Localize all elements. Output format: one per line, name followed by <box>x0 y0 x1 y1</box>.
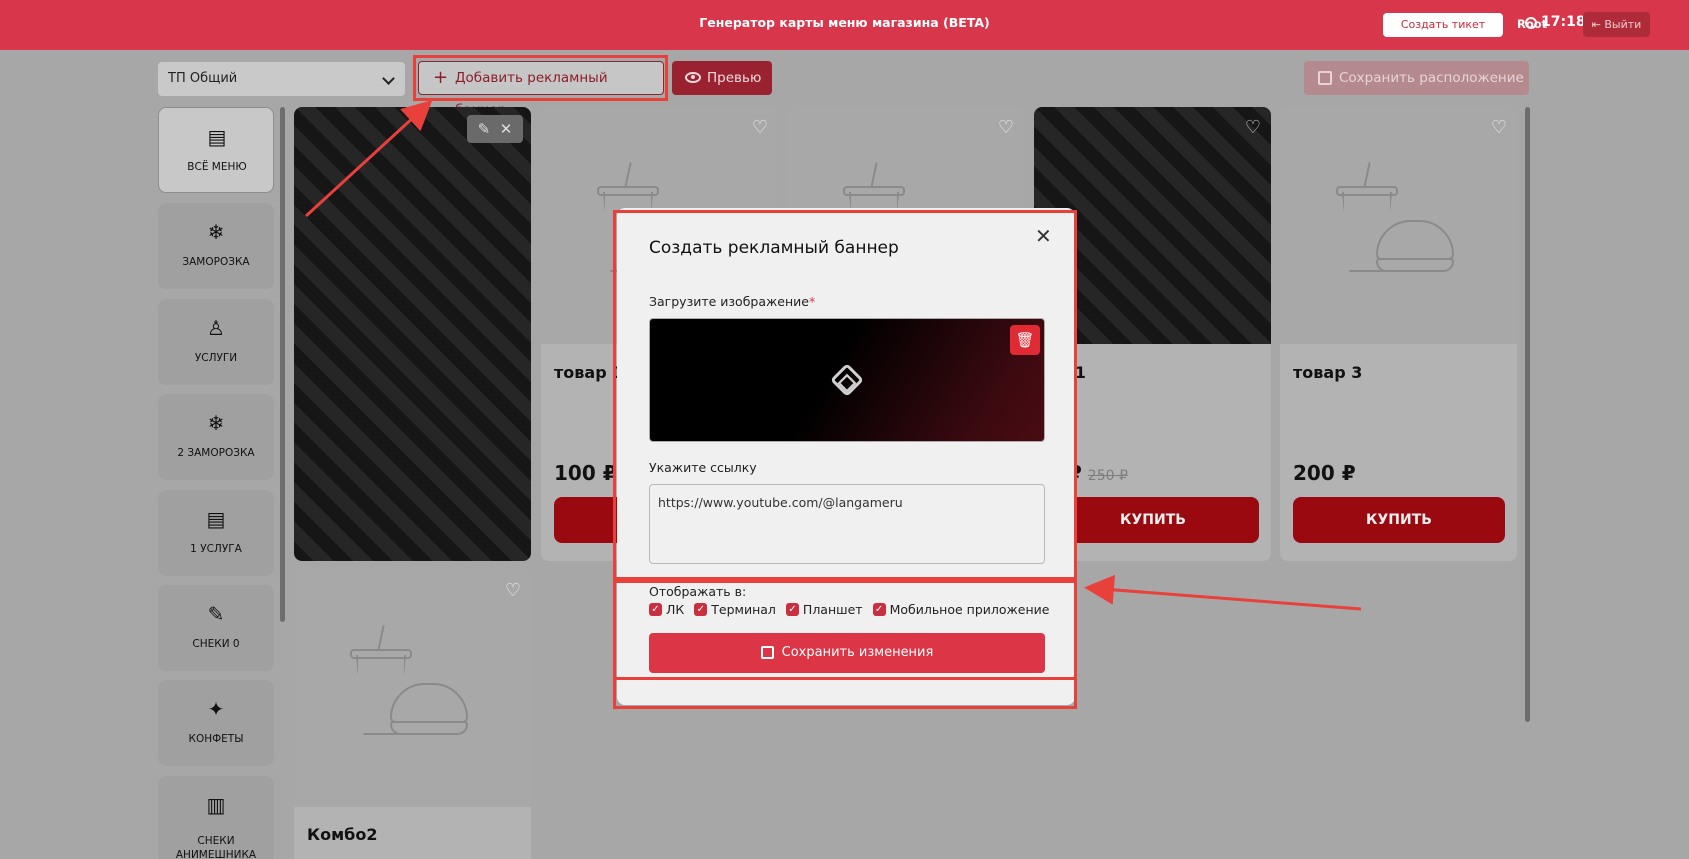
notebook-icon: ▤ <box>206 507 226 531</box>
heart-icon[interactable]: ♡ <box>1491 117 1507 138</box>
product-image <box>294 570 531 807</box>
buy-button[interactable]: КУПИТЬ <box>1047 497 1259 543</box>
product-card[interactable]: ♡ Комбо2 <box>294 570 531 859</box>
heart-icon[interactable]: ♡ <box>998 117 1014 138</box>
food-placeholder-icon <box>346 625 476 745</box>
sidebar-scrollbar[interactable] <box>280 107 285 622</box>
create-ticket-button[interactable]: Создать тикет <box>1383 13 1503 37</box>
sidebar-item-anime-snacks[interactable]: ▥ СНЕКИ АНИМЕШНИКА <box>158 776 274 859</box>
sidebar-item-freeze[interactable]: ❄ ЗАМОРОЗКА <box>158 203 274 289</box>
save-layout-button[interactable]: Сохранить расположение <box>1304 61 1529 95</box>
store-select[interactable]: ТП Общий <box>158 62 405 96</box>
service-icon: ♙ <box>207 316 225 340</box>
annotation-box-modal-options <box>613 580 1077 709</box>
fries-icon: ▥ <box>206 793 226 817</box>
sidebar-item-label: 1 УСЛУГА <box>190 543 242 555</box>
product-price: 100 ₽ <box>554 461 617 485</box>
banner-edit-tools: ✎ ✕ <box>467 115 523 143</box>
sidebar-item-label: КОНФЕТЫ <box>188 733 244 745</box>
banner-image <box>294 107 531 561</box>
preview-label: Превью <box>707 70 762 86</box>
save-layout-label: Сохранить расположение <box>1339 70 1524 86</box>
snowflake-icon: ❄ <box>207 411 225 435</box>
preview-button[interactable]: Превью <box>672 61 772 95</box>
product-old-price: 250 ₽ <box>1087 468 1128 484</box>
sidebar-item-all-menu[interactable]: ▤ ВСЁ МЕНЮ <box>158 107 274 193</box>
sidebar-item-candy[interactable]: ✦ КОНФЕТЫ <box>158 680 274 766</box>
sidebar-item-freeze-2[interactable]: ❄ 2 ЗАМОРОЗКА <box>158 394 274 480</box>
sidebar-item-label: 2 ЗАМОРОЗКА <box>177 447 255 459</box>
heart-icon[interactable]: ♡ <box>505 580 521 601</box>
clock-icon <box>1525 17 1537 29</box>
sidebar-item-snacks-0[interactable]: ✎ СНЕКИ 0 <box>158 585 274 671</box>
edit-icon[interactable]: ✎ <box>478 120 491 138</box>
candy-icon: ✦ <box>207 697 225 721</box>
logout-button[interactable]: ⇤ Выйти <box>1583 12 1650 37</box>
product-card[interactable]: ♡ товар 3 200 ₽ КУПИТЬ <box>1280 107 1517 561</box>
annotation-divider <box>613 677 1077 680</box>
close-icon[interactable]: ✕ <box>500 120 513 138</box>
floppy-icon <box>1318 71 1332 85</box>
heart-icon[interactable]: ♡ <box>1245 117 1261 138</box>
heart-icon[interactable]: ♡ <box>752 117 768 138</box>
sidebar-item-services[interactable]: ♙ УСЛУГИ <box>158 299 274 385</box>
banner-card[interactable]: ✎ ✕ <box>294 107 531 561</box>
annotation-box-modal-form <box>613 210 1077 580</box>
annotation-arrow-left <box>1084 574 1362 611</box>
product-image <box>1280 107 1517 344</box>
eye-icon <box>685 72 701 83</box>
snack-icon: ✎ <box>207 602 225 626</box>
sidebar-item-label: ВСЁ МЕНЮ <box>187 161 247 173</box>
store-select-value: ТП Общий <box>168 71 238 86</box>
sidebar-item-label: СНЕКИ АНИМЕШНИКА <box>175 835 257 859</box>
logout-icon: ⇤ <box>1591 18 1605 31</box>
clock-time: 17:18 <box>1541 14 1586 30</box>
notebook-icon: ▤ <box>207 125 227 149</box>
sidebar-item-label: УСЛУГИ <box>194 352 238 364</box>
buy-button[interactable]: КУПИТЬ <box>1293 497 1505 543</box>
product-price: 200 ₽ <box>1293 461 1356 485</box>
snowflake-icon: ❄ <box>207 220 225 244</box>
sidebar-item-service-1[interactable]: ▤ 1 УСЛУГА <box>158 490 274 576</box>
product-name: Комбо2 <box>307 825 378 844</box>
annotation-box-add-banner <box>413 55 668 101</box>
main-scrollbar[interactable] <box>1525 107 1530 722</box>
app-header: Генератор карты меню магазина (BETA) Соз… <box>0 0 1689 50</box>
sidebar-item-label: ЗАМОРОЗКА <box>182 256 250 268</box>
chevron-down-icon <box>382 72 395 85</box>
sidebar-item-label: СНЕКИ 0 <box>192 638 240 650</box>
food-placeholder-icon <box>1332 162 1462 282</box>
logout-label: Выйти <box>1604 18 1642 31</box>
product-name: товар 3 <box>1293 363 1363 382</box>
